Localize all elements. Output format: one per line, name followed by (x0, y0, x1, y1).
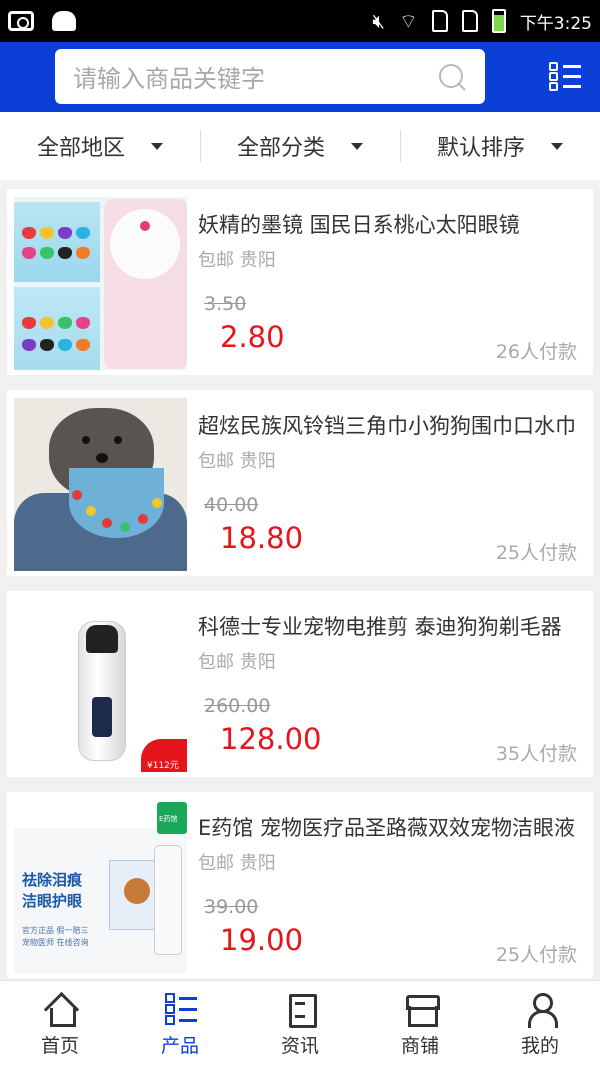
product-location: 包邮 贵阳 (198, 451, 276, 472)
nav-news[interactable]: 资讯 (240, 981, 360, 1067)
product-sold-count: 25人付款 (495, 944, 577, 966)
battery-icon (491, 9, 506, 33)
product-card[interactable]: ¥112元 科德士专业宠物电推剪 泰迪狗狗剃毛器 包邮 贵阳 260.00 12… (7, 591, 593, 777)
filter-sort[interactable]: 默认排序 (400, 112, 600, 180)
caret-down-icon (351, 142, 363, 150)
sim-icon (431, 10, 448, 32)
filter-region[interactable]: 全部地区 (0, 112, 200, 180)
product-original-price: 40.00 (204, 494, 259, 516)
product-sold-count: 35人付款 (495, 743, 577, 765)
product-image-sunglasses[interactable] (14, 197, 187, 370)
home-icon (43, 993, 77, 1027)
wifi-icon: ⌔ (399, 8, 418, 33)
product-price: 19.00 (220, 923, 304, 957)
nav-shops[interactable]: 商铺 (360, 981, 480, 1067)
sim-icon (461, 10, 478, 32)
product-title[interactable]: 超炫民族风铃铛三角巾小狗狗围巾口水巾 (198, 410, 578, 440)
status-time: 下午3:25 (519, 13, 592, 34)
product-sold-count: 26人付款 (495, 341, 577, 363)
product-image-dog-scarf[interactable] (14, 398, 187, 571)
category-menu-icon[interactable] (549, 62, 581, 92)
nav-label: 商铺 (400, 1035, 439, 1057)
filter-label: 全部地区 (36, 136, 125, 161)
product-card[interactable]: 超炫民族风铃铛三角巾小狗狗围巾口水巾 包邮 贵阳 40.00 18.80 25人… (7, 390, 593, 576)
filter-bar: 全部地区 全部分类 默认排序 (0, 112, 600, 180)
product-title[interactable]: E药馆 宠物医疗品圣路薇双效宠物洁眼液 (198, 812, 578, 842)
product-original-price: 260.00 (204, 695, 271, 717)
top-header: 请输入商品关键字 (0, 42, 600, 112)
product-title[interactable]: 妖精的墨镜 国民日系桃心太阳眼镜 (198, 209, 578, 239)
shop-icon (403, 993, 440, 1027)
nav-products[interactable]: 产品 (120, 981, 240, 1067)
filter-label: 全部分类 (236, 136, 325, 161)
android-icon (52, 11, 76, 31)
camera-icon (8, 11, 34, 31)
product-sold-count: 25人付款 (495, 542, 577, 564)
search-box[interactable]: 请输入商品关键字 (55, 49, 485, 104)
news-icon (283, 993, 317, 1028)
bottom-nav: 首页 产品 资讯 商铺 我的 (0, 980, 600, 1067)
promo-tag: ¥112元 (141, 739, 187, 772)
eyaoguan-badge: E药馆 (157, 802, 187, 834)
nav-label: 我的 (520, 1035, 559, 1057)
product-card[interactable]: E药馆 祛除泪痕 洁眼护眼 官方正品 假一赔三 宠物医师 在线咨询 E药馆 宠物医疗… (7, 792, 593, 978)
caret-down-icon (551, 142, 563, 150)
product-image-eye-drops[interactable]: E药馆 祛除泪痕 洁眼护眼 官方正品 假一赔三 宠物医师 在线咨询 (14, 800, 187, 973)
product-price: 2.80 (220, 320, 285, 354)
grid-list-icon (163, 993, 197, 1025)
mute-icon: 🔇︎ (372, 9, 385, 33)
filter-label: 默认排序 (436, 136, 525, 161)
status-bar: 🔇︎ ⌔ 下午3:25 (0, 0, 600, 42)
user-icon (523, 993, 558, 1028)
nav-label: 首页 (40, 1035, 79, 1057)
product-location: 包邮 贵阳 (198, 853, 276, 874)
product-card[interactable]: 妖精的墨镜 国民日系桃心太阳眼镜 包邮 贵阳 3.50 2.80 26人付款 (7, 189, 593, 375)
product-location: 包邮 贵阳 (198, 652, 276, 673)
caret-down-icon (151, 142, 163, 150)
product-original-price: 3.50 (204, 293, 247, 315)
nav-label: 产品 (160, 1035, 199, 1057)
search-icon[interactable] (437, 62, 467, 92)
filter-category[interactable]: 全部分类 (200, 112, 400, 180)
product-original-price: 39.00 (204, 896, 259, 918)
product-title[interactable]: 科德士专业宠物电推剪 泰迪狗狗剃毛器 (198, 611, 578, 641)
nav-home[interactable]: 首页 (0, 981, 120, 1067)
nav-mine[interactable]: 我的 (480, 981, 600, 1067)
product-location: 包邮 贵阳 (198, 250, 276, 271)
product-price: 128.00 (220, 722, 322, 756)
product-price: 18.80 (220, 521, 304, 555)
nav-label: 资讯 (280, 1035, 319, 1057)
search-input[interactable]: 请输入商品关键字 (73, 59, 437, 94)
product-image-pet-clipper[interactable]: ¥112元 (14, 599, 187, 772)
